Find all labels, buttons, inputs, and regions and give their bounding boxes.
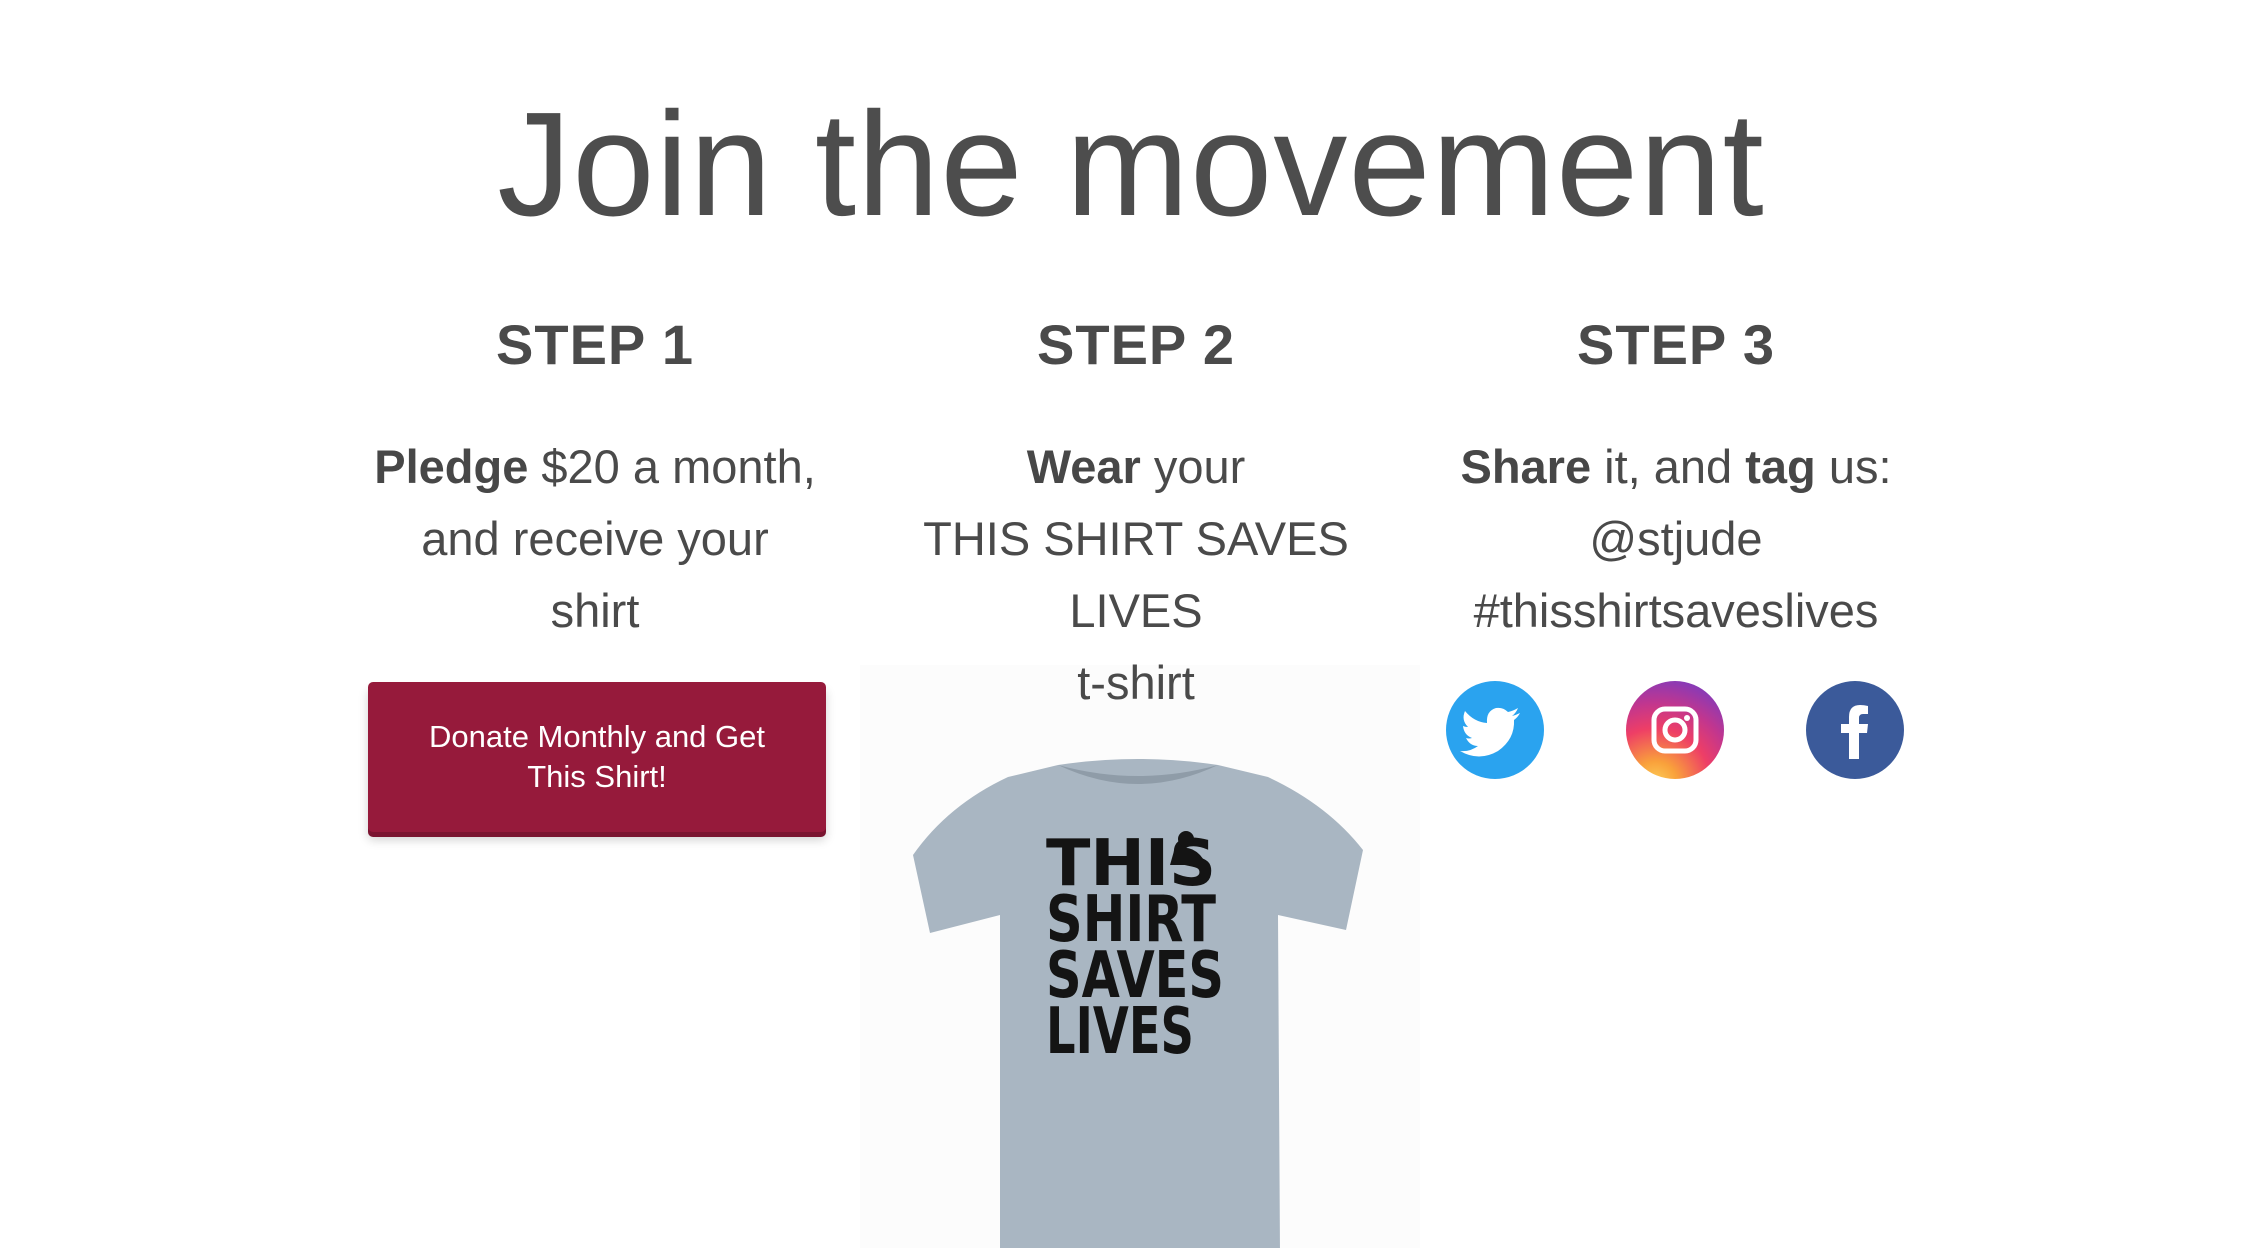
step-2-bold: Wear <box>1026 440 1141 493</box>
step-3-line-1-end: us: <box>1815 440 1892 493</box>
facebook-f-icon <box>1841 705 1868 759</box>
page: Join the movement STEP 1 Pledge $20 a mo… <box>0 0 2262 1248</box>
step-1-column: STEP 1 Pledge $20 a month, and receive y… <box>325 305 865 647</box>
donate-monthly-button[interactable]: Donate Monthly and Get This Shirt! <box>368 682 826 832</box>
step-1-line-2: and receive your <box>421 512 769 565</box>
step-2-line-3: LIVES <box>1069 584 1203 637</box>
instagram-camera-icon <box>1651 706 1699 754</box>
step-1-title: STEP 1 <box>496 313 694 376</box>
page-title: Join the movement <box>497 82 1765 248</box>
step-2-text: Wear your THIS SHIRT SAVES LIVES t-shirt <box>866 431 1406 719</box>
step-2-line-4: t-shirt <box>1077 656 1195 709</box>
step-3-line-1-mid: it, and <box>1591 440 1746 493</box>
step-3-title: STEP 3 <box>1577 313 1775 376</box>
instagram-icon[interactable] <box>1626 681 1724 779</box>
step-2-line-2: THIS SHIRT SAVES <box>923 512 1349 565</box>
step-1-line-1: Pledge $20 a month, <box>325 431 865 503</box>
twitter-bird-icon <box>1460 707 1520 757</box>
step-1-bold: Pledge <box>374 440 529 493</box>
twitter-icon[interactable] <box>1446 681 1544 779</box>
step-1-line-1-rest: $20 a month, <box>528 440 816 493</box>
shirt-print-line-4: LIVES <box>1046 995 1194 1069</box>
t-shirt-graphic: THIS SHIRT SAVES LIVES <box>913 759 1363 1248</box>
step-1-text: Pledge $20 a month, and receive your shi… <box>325 431 865 647</box>
step-3-column: STEP 3 Share it, and tag us: @stjude #th… <box>1406 305 1946 647</box>
step-2-line-1: Wear your <box>866 431 1406 503</box>
step-1-line-3: shirt <box>550 584 640 637</box>
step-3-bold-tag: tag <box>1745 440 1816 493</box>
facebook-icon[interactable] <box>1806 681 1904 779</box>
step-2-line-1-rest: your <box>1140 440 1246 493</box>
step-3-text: Share it, and tag us: @stjude #thisshirt… <box>1406 431 1946 647</box>
step-2-title: STEP 2 <box>1037 313 1235 376</box>
step-3-bold-share: Share <box>1460 440 1592 493</box>
step-3-line-1: Share it, and tag us: <box>1406 431 1946 503</box>
shirt-image: THIS SHIRT SAVES LIVES <box>860 665 1420 1248</box>
step-3-hashtag: #thisshirtsaveslives <box>1473 584 1879 637</box>
step-3-handle: @stjude <box>1589 512 1763 565</box>
step-2-column: STEP 2 Wear your THIS SHIRT SAVES LIVES … <box>866 305 1406 719</box>
